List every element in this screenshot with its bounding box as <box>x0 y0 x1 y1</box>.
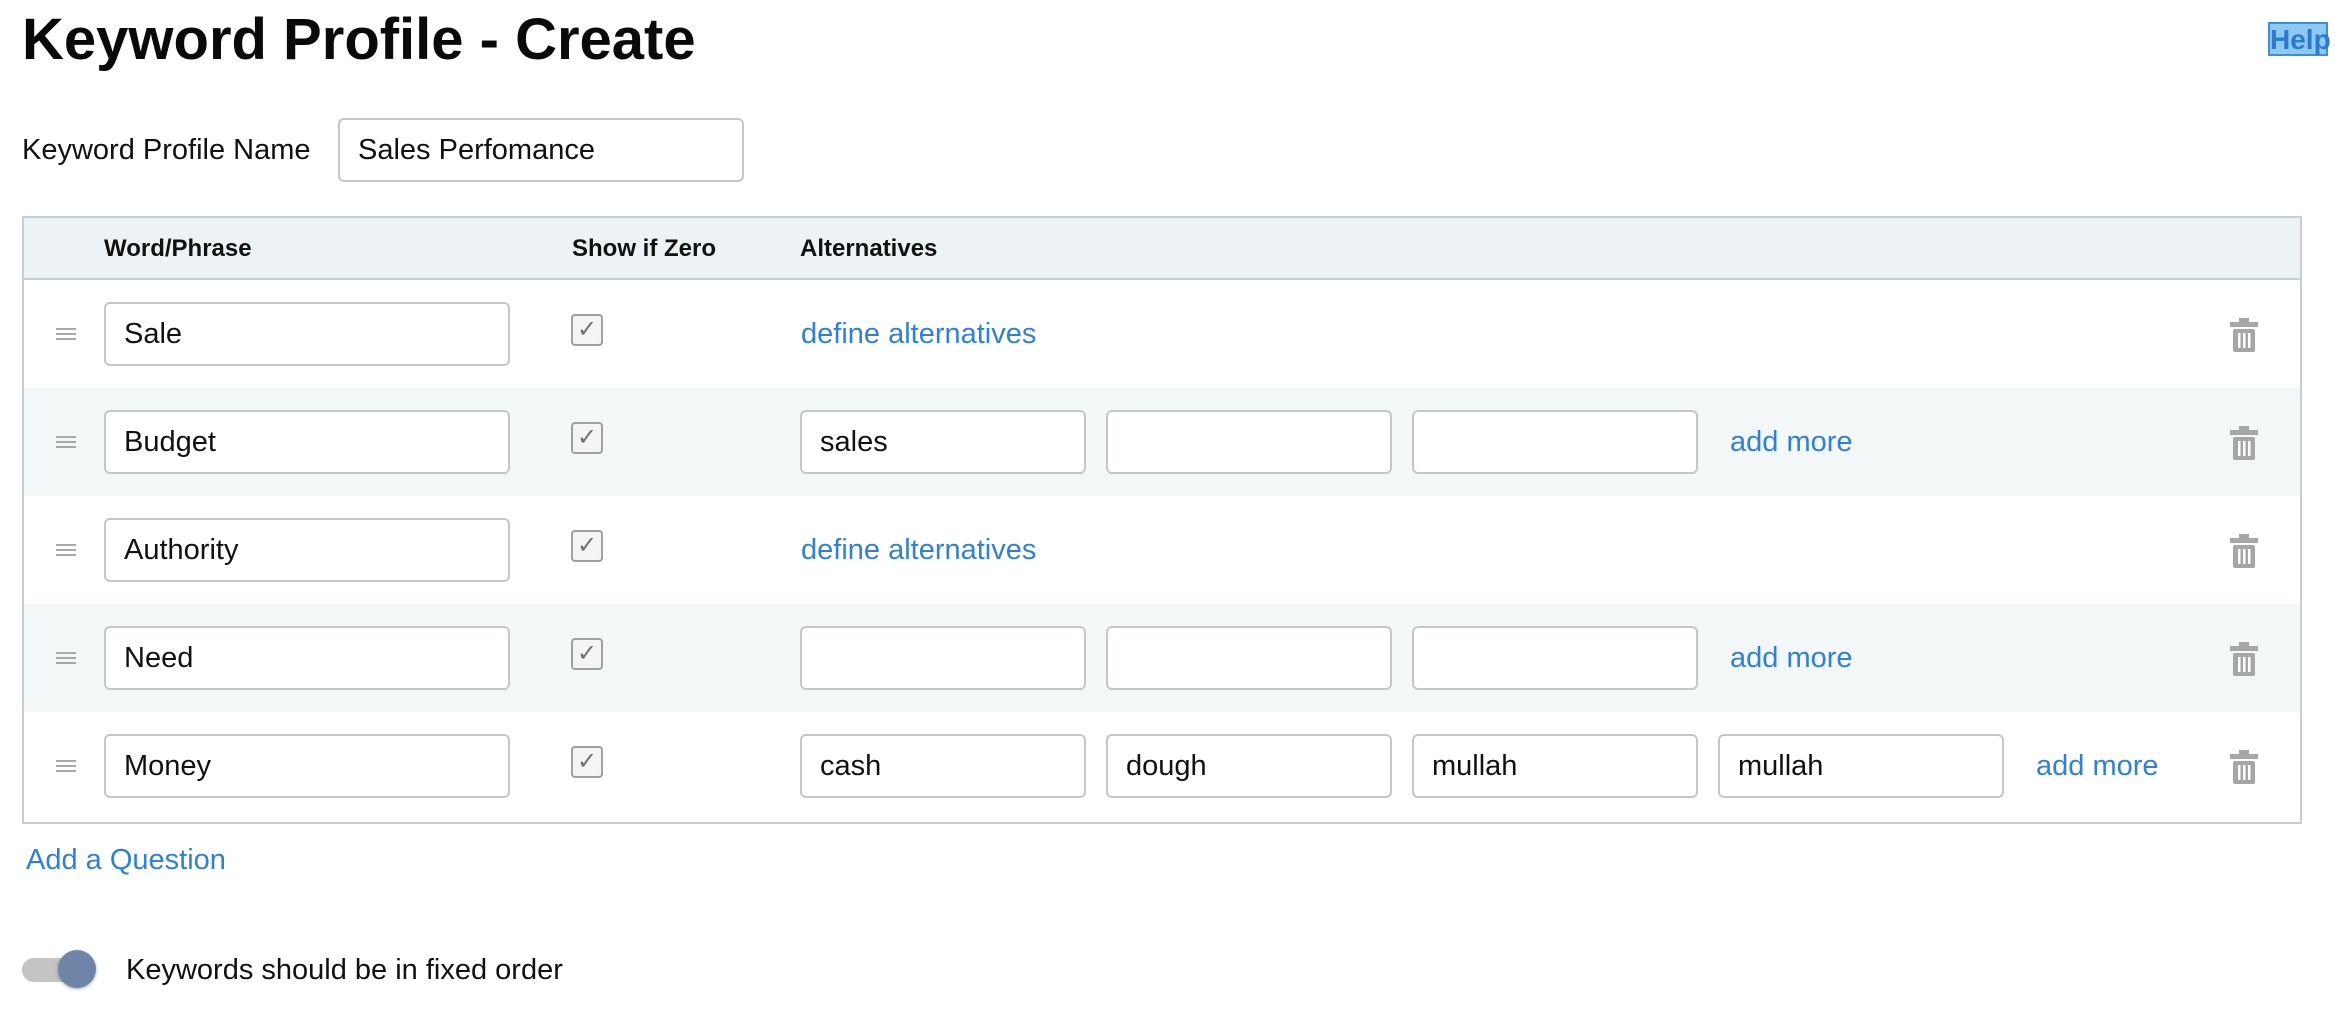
keyword-input[interactable] <box>104 518 510 582</box>
alternative-input[interactable] <box>1412 410 1698 474</box>
column-header-show-if-zero: Show if Zero <box>572 235 716 262</box>
profile-name-label: Keyword Profile Name <box>22 133 311 166</box>
profile-name-input[interactable] <box>338 118 744 182</box>
alternatives-group: add more <box>800 626 1853 690</box>
column-header-word: Word/Phrase <box>104 235 252 262</box>
toggle-knob <box>58 950 96 988</box>
alternative-input[interactable] <box>1412 734 1698 798</box>
checkmark-icon: ✓ <box>576 316 598 343</box>
drag-handle-icon[interactable] <box>56 544 76 556</box>
profile-name-row: Keyword Profile Name <box>22 118 744 182</box>
trash-icon[interactable] <box>2230 426 2258 460</box>
show-if-zero-checkbox[interactable]: ✓ <box>571 314 603 346</box>
fixed-order-toggle[interactable] <box>22 950 96 990</box>
drag-handle-icon[interactable] <box>56 760 76 772</box>
show-if-zero-checkbox[interactable]: ✓ <box>571 746 603 778</box>
keyword-input[interactable] <box>104 302 510 366</box>
keyword-row: ✓ define alternatives <box>24 496 2300 604</box>
define-alternatives-link[interactable]: define alternatives <box>801 318 1036 351</box>
help-link[interactable]: Help <box>2268 22 2331 56</box>
alternatives-group: add more <box>800 734 2159 798</box>
page-title: Keyword Profile - Create <box>22 7 696 72</box>
alternative-input[interactable] <box>1106 626 1392 690</box>
trash-icon[interactable] <box>2230 534 2258 568</box>
add-more-link[interactable]: add more <box>2036 750 2159 783</box>
keyword-table-header: Word/Phrase Show if Zero Alternatives <box>24 218 2300 280</box>
keyword-row: ✓ add more <box>24 604 2300 712</box>
fixed-order-label: Keywords should be in fixed order <box>126 953 563 986</box>
alternative-input[interactable] <box>1106 734 1392 798</box>
trash-icon[interactable] <box>2230 750 2258 784</box>
keyword-row: ✓ add more <box>24 388 2300 496</box>
checkmark-icon: ✓ <box>576 748 598 775</box>
keyword-profile-page: Keyword Profile - Create Help Keyword Pr… <box>0 0 2342 1024</box>
alternative-input[interactable] <box>1412 626 1698 690</box>
column-header-alternatives: Alternatives <box>800 235 938 262</box>
keyword-input[interactable] <box>104 734 510 798</box>
alternative-input[interactable] <box>800 410 1086 474</box>
show-if-zero-checkbox[interactable]: ✓ <box>571 638 603 670</box>
alternatives-group: add more <box>800 410 1853 474</box>
add-more-link[interactable]: add more <box>1730 426 1853 459</box>
add-more-link[interactable]: add more <box>1730 642 1853 675</box>
checkmark-icon: ✓ <box>576 640 598 667</box>
drag-handle-icon[interactable] <box>56 436 76 448</box>
fixed-order-setting: Keywords should be in fixed order <box>22 950 563 990</box>
keyword-input[interactable] <box>104 410 510 474</box>
keyword-row: ✓ define alternatives <box>24 280 2300 388</box>
drag-handle-icon[interactable] <box>56 652 76 664</box>
keyword-table: Word/Phrase Show if Zero Alternatives ✓ … <box>22 216 2302 824</box>
add-question-link[interactable]: Add a Question <box>26 844 226 877</box>
alternative-input[interactable] <box>1106 410 1392 474</box>
drag-handle-icon[interactable] <box>56 328 76 340</box>
alternative-input[interactable] <box>1718 734 2004 798</box>
trash-icon[interactable] <box>2230 318 2258 352</box>
show-if-zero-checkbox[interactable]: ✓ <box>571 422 603 454</box>
keyword-input[interactable] <box>104 626 510 690</box>
alternative-input[interactable] <box>800 734 1086 798</box>
show-if-zero-checkbox[interactable]: ✓ <box>571 530 603 562</box>
alternative-input[interactable] <box>800 626 1086 690</box>
keyword-row: ✓ add more <box>24 712 2300 822</box>
checkmark-icon: ✓ <box>576 424 598 451</box>
trash-icon[interactable] <box>2230 642 2258 676</box>
define-alternatives-link[interactable]: define alternatives <box>801 534 1036 567</box>
checkmark-icon: ✓ <box>576 532 598 559</box>
